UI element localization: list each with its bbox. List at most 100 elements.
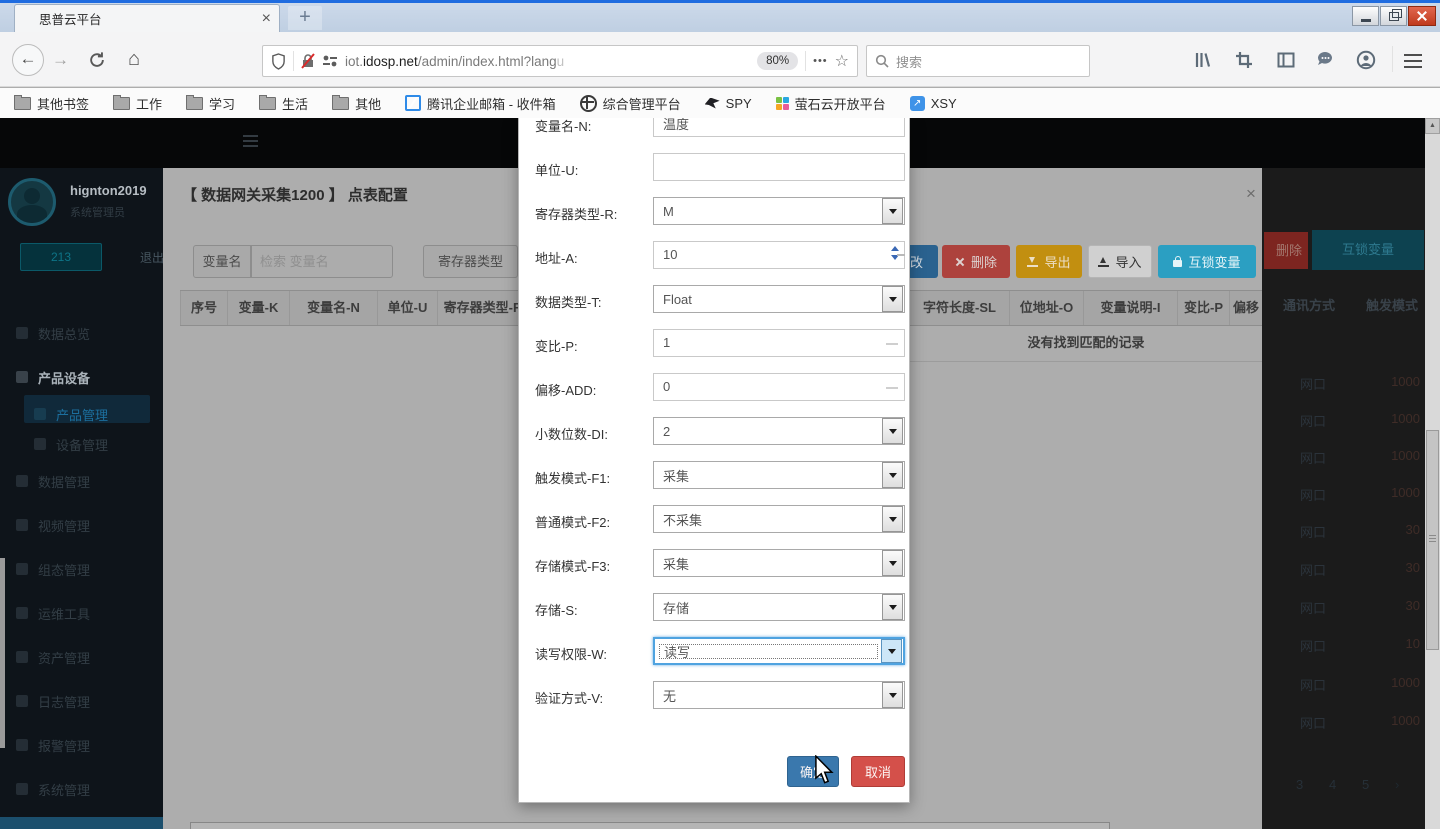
- spinner-arrows-icon[interactable]: [891, 246, 899, 260]
- bookmark-misc[interactable]: 其他: [332, 94, 381, 113]
- reload-button[interactable]: [88, 51, 106, 74]
- account-icon[interactable]: [1356, 50, 1376, 70]
- browser-tab[interactable]: 思普云平台 ×: [14, 4, 280, 32]
- url-bar[interactable]: iot.idosp.net/admin/index.html?langu 80%…: [262, 45, 858, 77]
- url-text[interactable]: iot.idosp.net/admin/index.html?langu: [345, 54, 564, 69]
- storage-select[interactable]: 存储: [653, 593, 905, 621]
- filter-field-button[interactable]: 变量名: [193, 245, 251, 278]
- register-type-button[interactable]: 寄存器类型: [423, 245, 518, 278]
- collapse-menu-icon[interactable]: [243, 135, 258, 150]
- sidebar-item-asset-mgmt[interactable]: 资产管理: [0, 645, 163, 669]
- colored-grid-icon: [776, 97, 789, 110]
- bookmark-tencent-mail[interactable]: 腾讯企业邮箱 - 收件箱: [405, 94, 556, 113]
- delete-button[interactable]: 删除: [942, 245, 1010, 278]
- scroll-up-icon[interactable]: ▲: [1425, 118, 1440, 134]
- verify-mode-select[interactable]: 无: [653, 681, 905, 709]
- sidebar-item-device-mgmt[interactable]: 设备管理: [0, 432, 163, 456]
- bookmark-ezviz[interactable]: 萤石云开放平台: [776, 94, 886, 113]
- scrollbar-thumb[interactable]: [1426, 430, 1439, 650]
- page-number-3[interactable]: 3: [1296, 777, 1303, 792]
- col-variable-k[interactable]: 变量-K: [228, 291, 290, 325]
- storage-mode-select[interactable]: 采集: [653, 549, 905, 577]
- ratio-input[interactable]: 1: [653, 329, 905, 357]
- cancel-button[interactable]: 取消: [851, 756, 905, 787]
- col-unit[interactable]: 单位-U: [378, 291, 438, 325]
- sidebar-item-product-mgmt[interactable]: 产品管理: [0, 402, 163, 426]
- logout-link[interactable]: 退出: [140, 249, 164, 266]
- sidebar-item-overview[interactable]: 数据总览: [0, 321, 163, 345]
- page-title: 【 数据网关采集1200 】 点表配置: [182, 184, 408, 205]
- col-offset[interactable]: 偏移: [1230, 291, 1262, 325]
- bookmark-life[interactable]: 生活: [259, 94, 308, 113]
- right-delete-button[interactable]: 删除: [1264, 232, 1308, 269]
- col-char-length[interactable]: 字符长度-SL: [910, 291, 1010, 325]
- bookmark-spy[interactable]: SPY: [705, 96, 752, 111]
- page-number-4[interactable]: 4: [1329, 777, 1336, 792]
- forward-button[interactable]: →: [52, 50, 69, 70]
- interlock-button[interactable]: 互锁变量: [1158, 245, 1256, 278]
- messages-bubble-icon[interactable]: [1316, 50, 1336, 70]
- page-actions-icon[interactable]: •••: [813, 55, 828, 67]
- sidebar-item-data-mgmt[interactable]: 数据管理: [0, 469, 163, 493]
- unit-input[interactable]: [653, 153, 905, 181]
- screenshot-crop-icon[interactable]: [1234, 50, 1254, 70]
- bookmark-work[interactable]: 工作: [113, 94, 162, 113]
- col-variable-name[interactable]: 变量名-N: [290, 291, 378, 325]
- back-button[interactable]: ←: [12, 44, 44, 76]
- menu-icon[interactable]: [1404, 54, 1422, 72]
- col-description[interactable]: 变量说明-I: [1084, 291, 1178, 325]
- sidebar-item-log-mgmt[interactable]: 日志管理: [0, 689, 163, 713]
- scrollbar[interactable]: ▲: [1425, 118, 1440, 829]
- col-bit-address[interactable]: 位地址-O: [1010, 291, 1084, 325]
- zoom-level-badge[interactable]: 80%: [757, 52, 798, 70]
- sidebar-item-ops-tools[interactable]: 运维工具: [0, 601, 163, 625]
- bookmark-xsy[interactable]: ↗XSY: [910, 96, 957, 111]
- sidebar-item-video-mgmt[interactable]: 视频管理: [0, 513, 163, 537]
- insecure-lock-icon[interactable]: [301, 53, 315, 69]
- tab-close-icon[interactable]: ×: [262, 12, 271, 26]
- rw-permission-select[interactable]: 读写: [653, 637, 905, 665]
- col-register-type[interactable]: 寄存器类型-R: [438, 291, 528, 325]
- panel-close-icon[interactable]: ×: [1246, 184, 1256, 204]
- bookmark-star-icon[interactable]: ☆: [835, 51, 849, 71]
- col-seq[interactable]: 序号: [180, 291, 228, 325]
- col-comm-mode[interactable]: 通讯方式: [1283, 295, 1335, 314]
- shield-icon[interactable]: [271, 53, 286, 70]
- bookmark-mgmt-platform[interactable]: 综合管理平台: [580, 94, 681, 113]
- register-type-select[interactable]: M: [653, 197, 905, 225]
- offset-input[interactable]: 0: [653, 373, 905, 401]
- bookmark-study[interactable]: 学习: [186, 94, 235, 113]
- avatar[interactable]: [8, 178, 56, 226]
- window-close-button[interactable]: [1408, 6, 1436, 26]
- trigger-mode-select[interactable]: 采集: [653, 461, 905, 489]
- home-button[interactable]: ⌂: [128, 48, 140, 71]
- search-bar[interactable]: 搜索: [866, 45, 1090, 77]
- variable-search-input[interactable]: 检索 变量名: [251, 245, 393, 278]
- col-trigger-mode[interactable]: 触发模式: [1366, 295, 1425, 314]
- page-next-icon[interactable]: ›: [1395, 777, 1399, 792]
- data-type-select[interactable]: Float: [653, 285, 905, 313]
- col-ratio[interactable]: 变比-P: [1178, 291, 1230, 325]
- field-label: 触发模式-F1:: [535, 468, 610, 487]
- page-number-5[interactable]: 5: [1362, 777, 1369, 792]
- sidebar-item-product-device[interactable]: 产品设备: [0, 365, 163, 389]
- sidebar-item-alarm-mgmt[interactable]: 报警管理: [0, 733, 163, 757]
- sidebar-item-system-mgmt[interactable]: 系统管理: [0, 777, 163, 801]
- library-icon[interactable]: [1192, 50, 1212, 70]
- normal-mode-select[interactable]: 不采集: [653, 505, 905, 533]
- decimals-select[interactable]: 2: [653, 417, 905, 445]
- window-minimize-button[interactable]: [1352, 6, 1379, 26]
- address-stepper[interactable]: 10: [653, 241, 905, 269]
- window-restore-button[interactable]: [1380, 6, 1407, 26]
- new-tab-button[interactable]: +: [288, 6, 322, 30]
- sidebar-toggle-icon[interactable]: [1276, 50, 1296, 70]
- import-button[interactable]: 导入: [1088, 245, 1152, 278]
- sidebar-badge-button[interactable]: 213: [20, 243, 102, 271]
- permissions-icon[interactable]: [322, 55, 338, 67]
- sidebar-item-scada-mgmt[interactable]: 组态管理: [0, 557, 163, 581]
- bookmark-other[interactable]: 其他书签: [14, 94, 89, 113]
- product-icon: [34, 408, 46, 420]
- right-interlock-button[interactable]: 互锁变量: [1312, 230, 1424, 270]
- export-button[interactable]: 导出: [1016, 245, 1082, 278]
- variable-name-input[interactable]: [653, 118, 905, 137]
